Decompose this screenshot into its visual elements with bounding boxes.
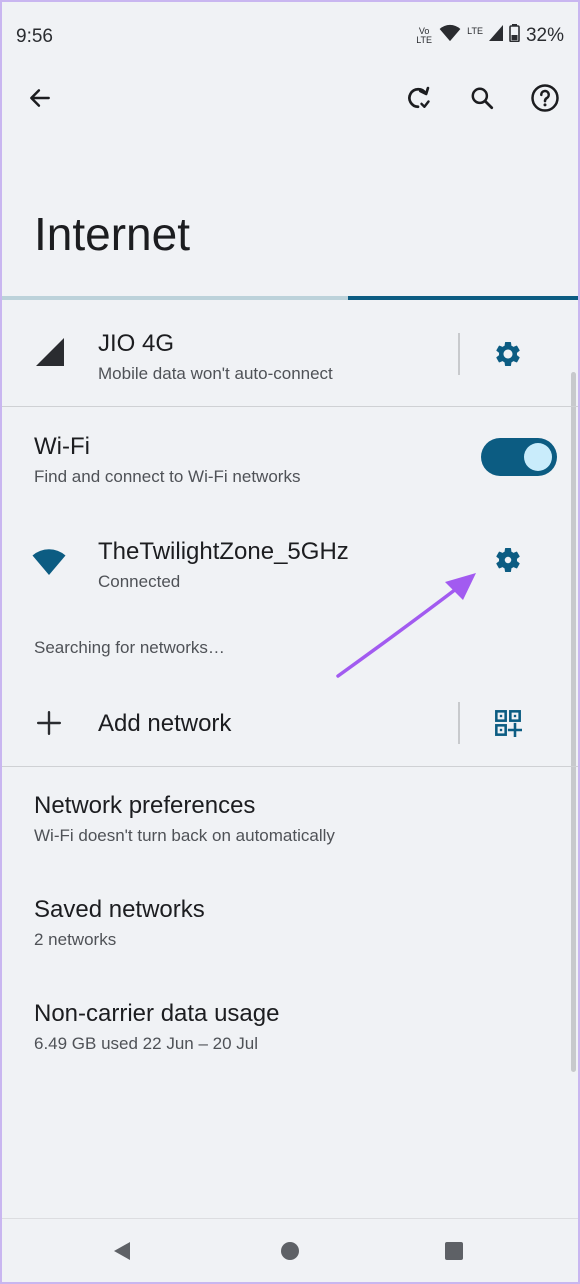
square-recents-icon [445,1242,463,1260]
toolbar [2,72,578,128]
back-button[interactable] [18,76,62,120]
refresh-icon [408,86,430,109]
phone-screen: 9:56 Vo LTE LTE 32% Internet JIO 4G Mobi… [2,2,578,1282]
nav-recents-button[interactable] [444,1241,464,1261]
loading-progress-fill [348,296,578,300]
network-name: TheTwilightZone_5GHz [98,538,349,565]
setting-title: Non-carrier data usage [34,1000,280,1027]
setting-subtitle: Wi-Fi doesn't turn back on automatically [34,826,335,845]
divider [458,333,460,375]
mobile-network-name: JIO 4G [98,330,175,357]
refresh-button[interactable] [396,76,440,120]
nav-back-button[interactable] [112,1241,132,1261]
searching-status-text: Searching for networks… [34,638,225,657]
wifi-signal-icon [32,548,66,576]
network-settings-button[interactable] [488,540,528,580]
mobile-settings-button[interactable] [488,334,528,374]
wifi-subtitle: Find and connect to Wi-Fi networks [34,467,301,486]
section-divider [2,766,578,767]
toggle-knob [524,443,552,471]
signal-status-icon [488,25,503,47]
saved-networks-row[interactable]: Saved networks 2 networks [2,872,578,974]
arrow-left-icon [30,89,50,107]
battery-percent: 32% [525,25,564,46]
setting-title: Saved networks [34,896,205,923]
page-title: Internet [34,208,190,260]
battery-icon [509,24,520,48]
help-button[interactable] [523,76,567,120]
circle-home-icon [281,1242,299,1260]
qr-code-scanner-icon [495,710,522,737]
status-time: 9:56 [16,26,53,47]
scan-qr-button[interactable] [488,703,528,743]
status-bar: 9:56 Vo LTE LTE 32% [2,2,578,72]
divider [458,702,460,744]
cellular-signal-icon [36,338,64,366]
gear-icon [496,342,520,366]
non-carrier-data-usage-row[interactable]: Non-carrier data usage 6.49 GB used 22 J… [2,976,578,1078]
status-icons: Vo LTE LTE 32% [415,24,564,48]
system-navigation-bar [2,1218,578,1282]
add-network-label: Add network [98,710,232,737]
nav-home-button[interactable] [280,1241,300,1261]
mobile-network-status: Mobile data won't auto-connect [98,364,333,383]
search-icon [471,87,494,110]
network-status: Connected [98,572,181,591]
wifi-toggle-switch[interactable] [481,438,557,476]
gear-icon [496,548,520,572]
plus-icon [36,710,62,736]
loading-progress-bar [2,296,578,300]
wifi-title: Wi-Fi [34,433,90,460]
setting-subtitle: 6.49 GB used 22 Jun – 20 Jul [34,1034,258,1053]
triangle-back-icon [114,1242,130,1260]
network-preferences-row[interactable]: Network preferences Wi-Fi doesn't turn b… [2,768,578,870]
volte-icon: Vo LTE [416,26,433,45]
lte-label: LTE [467,25,483,36]
setting-title: Network preferences [34,792,256,819]
setting-subtitle: 2 networks [34,930,117,949]
help-icon [531,84,559,112]
search-button[interactable] [460,76,504,120]
wifi-status-icon [439,24,461,48]
